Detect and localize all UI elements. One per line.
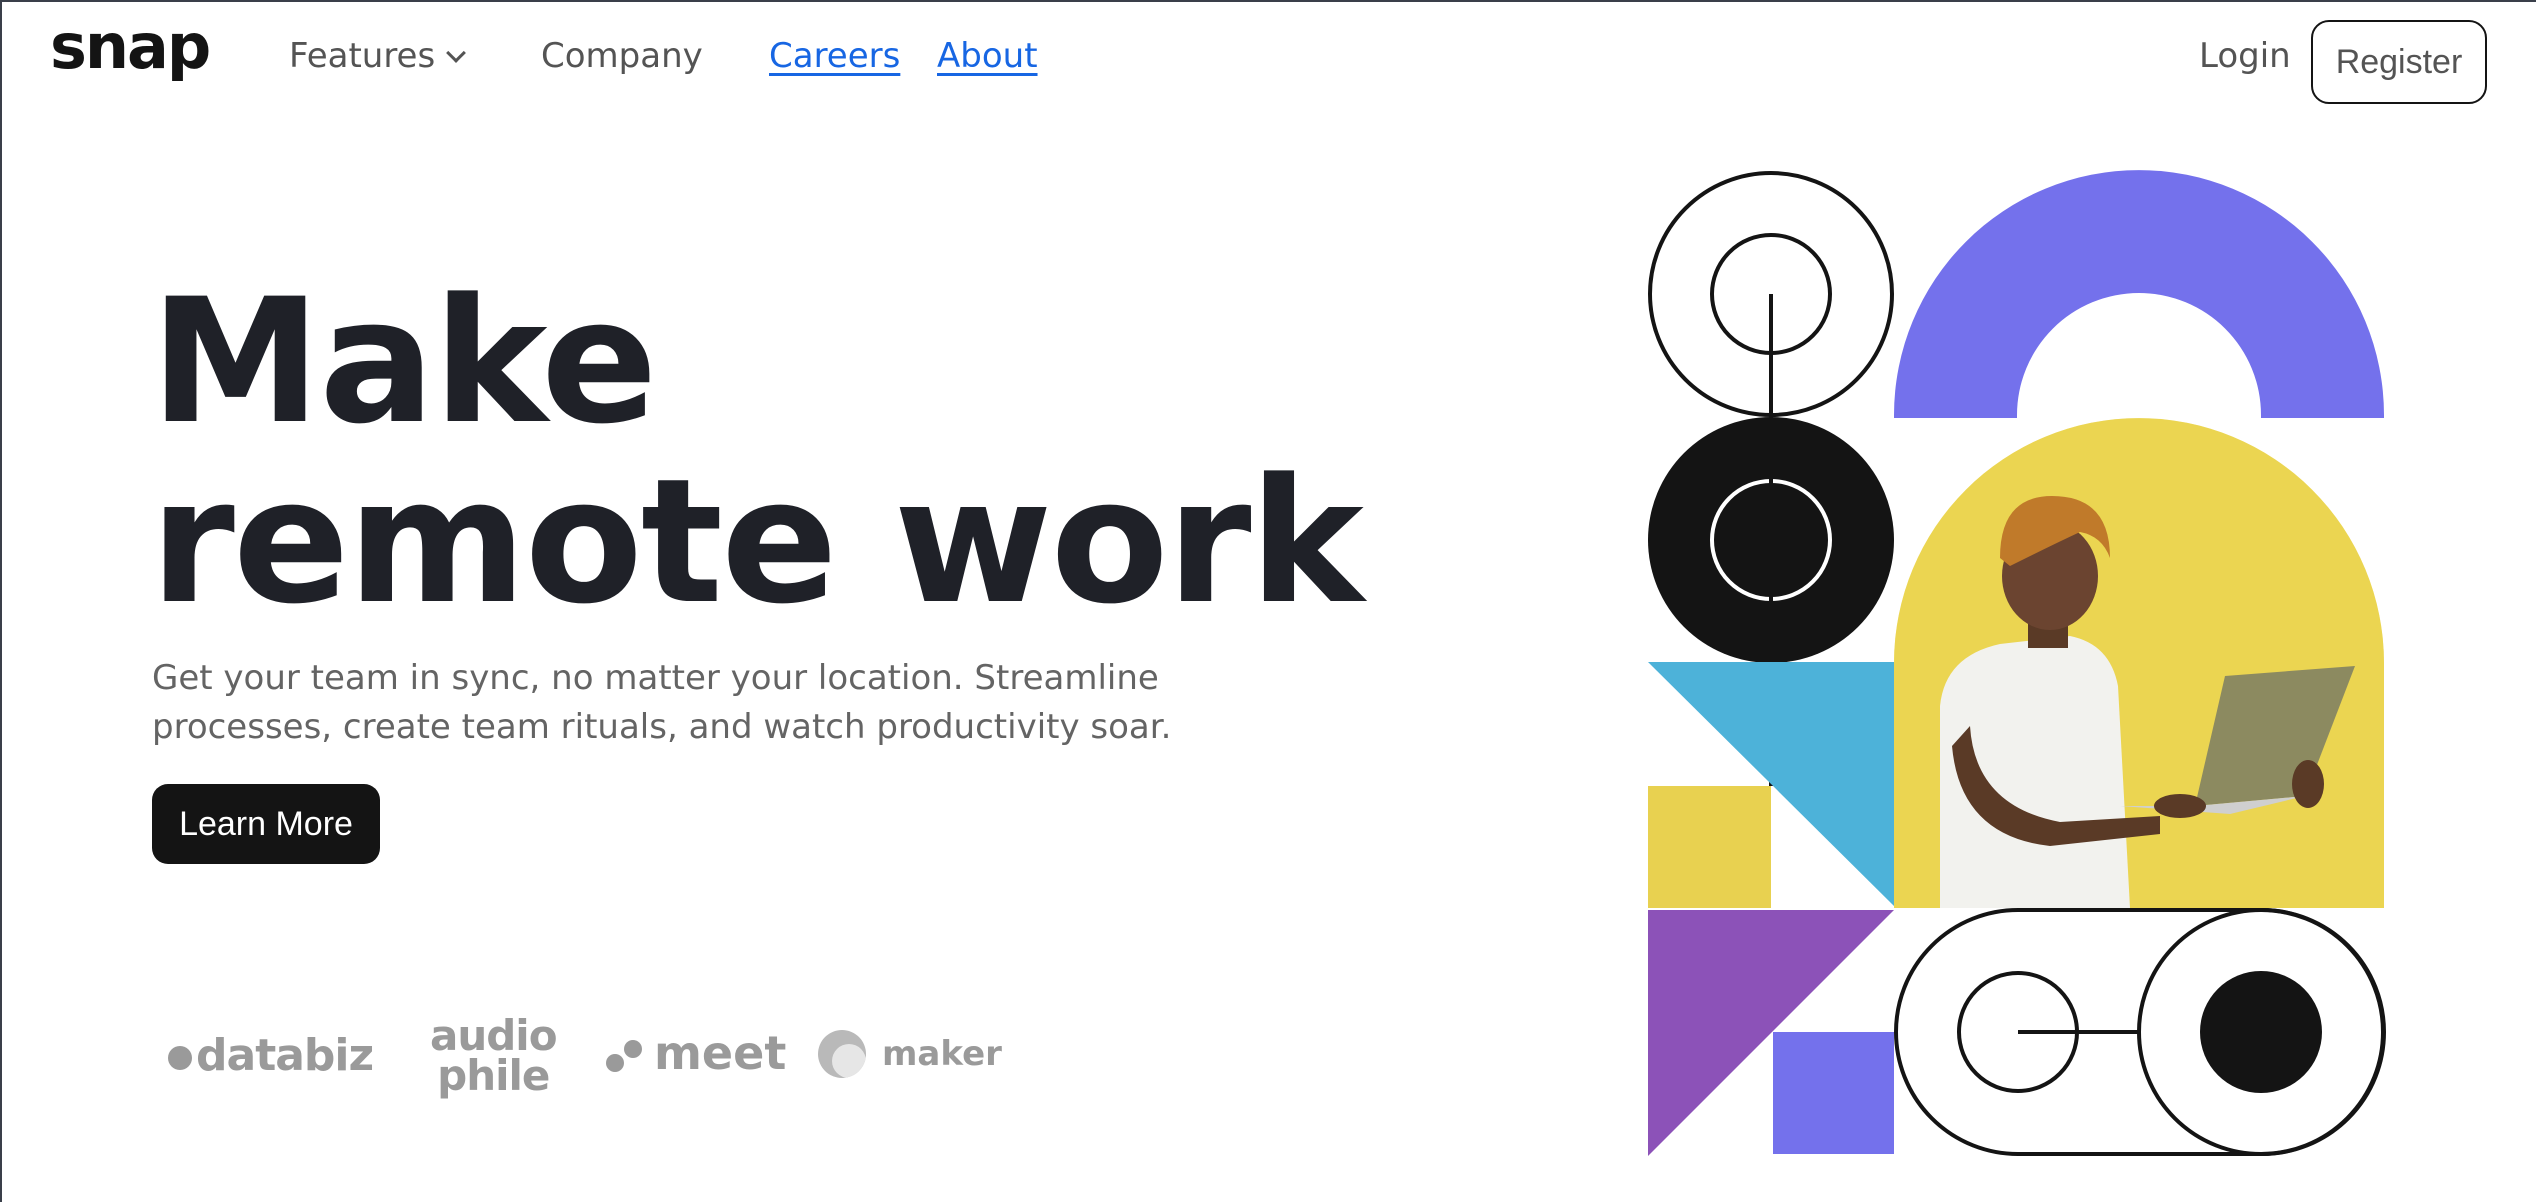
nav-about-link[interactable]: About [937,36,1038,76]
purple-square [1773,1032,1894,1154]
hero-headline: Make remote work [150,261,1364,642]
nav-features-label: Features [289,36,436,76]
databiz-logo: databiz [168,1030,374,1081]
purple-arch [1894,170,2384,418]
hero-subtitle-line1: Get your team in sync, no matter your lo… [152,658,1159,698]
chevron-down-icon [446,43,467,63]
hero-illustration [1640,166,2400,1166]
meet-dots-icon [606,1039,644,1074]
snap-logo[interactable]: snap [50,16,211,78]
nav-features[interactable]: Features [289,36,467,76]
yellow-square [1648,786,1771,908]
person-photo [1894,418,2384,908]
geometric-shapes-illustration [1648,170,2386,1156]
maker-logo: maker [818,1030,1002,1078]
learn-more-button[interactable]: Learn More [152,784,380,864]
audiophile-line1: audio [430,1011,558,1060]
register-button[interactable]: Register [2311,20,2487,104]
audiophile-logo: audio phile [430,1011,558,1100]
maker-mark-icon [818,1030,866,1078]
pill-black-dot [2200,971,2322,1093]
hero-subtitle-line2: processes, create team rituals, and watc… [152,707,1172,747]
audiophile-line2: phile [437,1051,550,1100]
databiz-dot-icon [168,1046,192,1070]
hero-headline-line2: remote work [150,441,1364,642]
hero-headline-line1: Make [150,261,658,462]
nav-careers-link[interactable]: Careers [769,36,900,76]
maker-label: maker [882,1034,1002,1074]
databiz-label: databiz [196,1030,374,1081]
login-link[interactable]: Login [2199,36,2291,76]
hero-subtitle: Get your team in sync, no matter your lo… [152,654,1192,752]
meet-logo: meet [606,1026,786,1080]
meet-label: meet [654,1026,787,1080]
nav-company[interactable]: Company [541,36,703,76]
